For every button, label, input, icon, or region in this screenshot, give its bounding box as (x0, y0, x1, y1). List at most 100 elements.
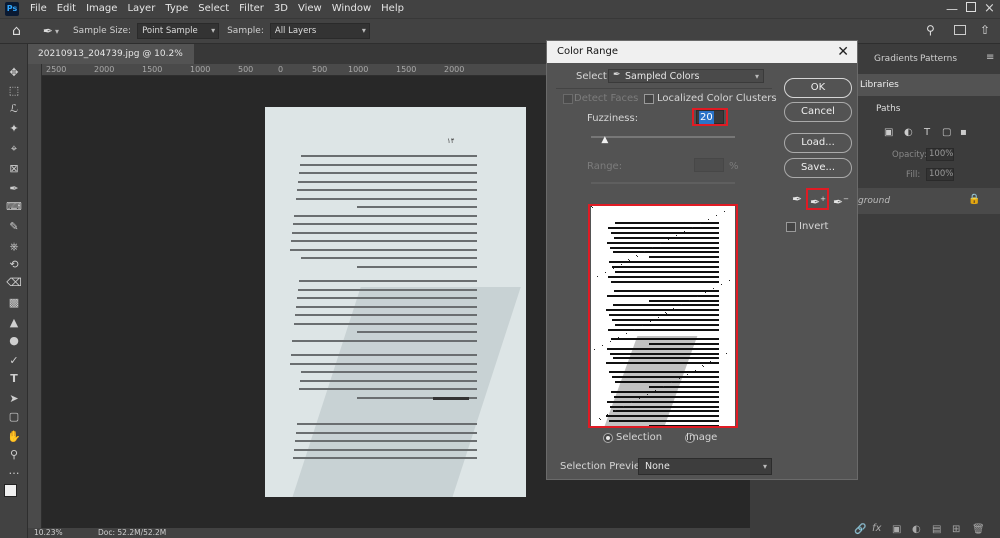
more-tools-icon[interactable]: … (6, 464, 22, 478)
zoom-level[interactable]: 10.23% (34, 528, 63, 538)
selection-preview-image[interactable] (591, 206, 735, 426)
foreground-color-swatch[interactable] (4, 484, 17, 497)
cancel-button[interactable]: Cancel (784, 102, 852, 122)
chevron-down-icon: ▾ (762, 462, 767, 471)
share-icon[interactable]: ⇧ (980, 23, 990, 37)
blur-tool-icon[interactable]: ▲ (6, 316, 22, 330)
libraries-tab-row: Libraries (848, 74, 1000, 96)
menu-help[interactable]: Help (376, 0, 409, 18)
close-icon[interactable]: ✕ (837, 44, 849, 60)
eyedropper-tool-icon[interactable]: ✒ (43, 24, 53, 38)
eyedropper-plus-icon[interactable]: ✒+ (809, 190, 827, 209)
select-dropdown[interactable]: ✒ Sampled Colors ▾ (608, 69, 764, 83)
filter-type-icon[interactable]: T (924, 127, 930, 138)
move-tool-icon[interactable]: ✥ (6, 66, 22, 80)
opacity-field[interactable]: 100% (926, 148, 954, 161)
filter-pixel-icon[interactable]: ▣ (884, 127, 893, 138)
text-line (295, 440, 477, 442)
crop-tool-icon[interactable]: ⌖ (6, 142, 22, 156)
chevron-down-icon: ▾ (754, 72, 759, 81)
preview-noise (674, 309, 675, 310)
fuzziness-slider-thumb[interactable]: ▲ (601, 135, 608, 145)
text-line (357, 265, 477, 268)
close-window-icon[interactable]: × (984, 0, 995, 18)
menu-file[interactable]: File (25, 0, 52, 18)
radio-selection[interactable] (603, 433, 613, 443)
fill-field[interactable]: 100% (926, 168, 954, 181)
filter-smart-icon[interactable]: ▪ (960, 127, 967, 138)
preview-text-line (613, 251, 719, 254)
new-layer-icon[interactable]: ⊞ (952, 524, 960, 535)
chevron-down-icon[interactable]: ▾ (55, 27, 59, 36)
pen-tool-icon[interactable]: ✓ (6, 354, 22, 368)
gradient-tool-icon[interactable]: ▩ (6, 296, 22, 310)
filter-shape-icon[interactable]: ▢ (942, 127, 951, 138)
filter-adjust-icon[interactable]: ◐ (904, 127, 913, 138)
quick-select-tool-icon[interactable]: ✦ (6, 122, 22, 136)
sample-size-select[interactable]: Point Sample ▾ (137, 23, 220, 39)
type-tool-icon[interactable]: T (6, 372, 22, 386)
link-layers-icon[interactable]: 🔗 (854, 524, 866, 535)
brush-tool-icon[interactable]: ✎ (6, 220, 22, 234)
zoom-tool-icon[interactable]: ⚲ (6, 448, 22, 462)
fx-icon[interactable]: fx (872, 523, 881, 534)
menu-window[interactable]: Window (327, 0, 376, 18)
workspace-icon[interactable] (954, 25, 966, 35)
clone-stamp-icon[interactable]: ⎈ (6, 240, 22, 254)
fuzziness-slider[interactable] (591, 136, 735, 138)
preview-noise (652, 247, 653, 248)
selection-preview-dropdown[interactable]: None ▾ (638, 458, 772, 475)
eyedropper-icon[interactable]: ✒ (6, 182, 22, 196)
preview-text-line (608, 328, 719, 331)
mask-icon[interactable]: ▣ (892, 524, 901, 535)
menu-select[interactable]: Select (193, 0, 234, 18)
sample-select[interactable]: All Layers ▾ (269, 23, 370, 39)
save-button[interactable]: Save... (784, 158, 852, 178)
doc-info[interactable]: Doc: 52.2M/52.2M (98, 528, 166, 538)
tab-gradients[interactable]: Gradients (874, 54, 918, 64)
document-image[interactable]: ۱۴ (265, 107, 526, 497)
healing-brush-icon[interactable]: ⌨ (6, 200, 22, 214)
preview-noise (700, 223, 701, 224)
home-icon[interactable]: ⌂ (12, 23, 21, 39)
dodge-tool-icon[interactable]: ● (6, 334, 22, 348)
tab-paths[interactable]: Paths (876, 104, 900, 114)
panel-menu-icon[interactable]: ≡ (986, 52, 994, 63)
hand-tool-icon[interactable]: ✋ (6, 430, 22, 444)
document-tab[interactable]: 20210913_204739.jpg @ 10.2% (RGB/8) * × (28, 44, 194, 79)
minimize-icon[interactable]: — (946, 0, 958, 18)
eraser-tool-icon[interactable]: ⌫ (6, 276, 22, 290)
menu-layer[interactable]: Layer (122, 0, 160, 18)
localized-clusters-checkbox[interactable] (644, 94, 654, 104)
eyedropper-icon[interactable]: ✒ (788, 190, 806, 208)
invert-checkbox[interactable] (786, 222, 796, 232)
maximize-icon[interactable] (966, 2, 976, 12)
search-icon[interactable]: ⚲ (926, 23, 935, 37)
layer-row[interactable]: ground 🔒 (848, 188, 1000, 214)
frame-tool-icon[interactable]: ⊠ (6, 162, 22, 176)
menu-view[interactable]: View (293, 0, 327, 18)
text-line (300, 379, 477, 382)
text-line (297, 297, 477, 299)
menu-image[interactable]: Image (81, 0, 122, 18)
tab-patterns[interactable]: Patterns (920, 54, 957, 64)
menu-filter[interactable]: Filter (234, 0, 269, 18)
fuzziness-field[interactable]: 20 (696, 110, 724, 124)
trash-icon[interactable]: 🗑 (972, 524, 985, 535)
tab-libraries[interactable]: Libraries (860, 80, 899, 90)
adjustment-layer-icon[interactable]: ◐ (912, 524, 921, 535)
load-button[interactable]: Load... (784, 133, 852, 153)
rectangle-tool-icon[interactable]: ▢ (6, 410, 22, 424)
path-select-icon[interactable]: ➤ (6, 392, 22, 406)
marquee-tool-icon[interactable]: ⬚ (6, 84, 22, 98)
ok-button[interactable]: OK (784, 78, 852, 98)
lasso-tool-icon[interactable]: ℒ (6, 102, 22, 116)
detect-faces-checkbox[interactable] (563, 94, 573, 104)
menu-3d[interactable]: 3D (269, 0, 293, 18)
menu-type[interactable]: Type (160, 0, 193, 18)
preview-text-line (606, 362, 719, 365)
eyedropper-minus-icon[interactable]: ✒− (832, 190, 850, 209)
new-group-icon[interactable]: ▤ (932, 524, 941, 535)
menu-edit[interactable]: Edit (52, 0, 81, 18)
history-brush-icon[interactable]: ⟲ (6, 258, 22, 272)
